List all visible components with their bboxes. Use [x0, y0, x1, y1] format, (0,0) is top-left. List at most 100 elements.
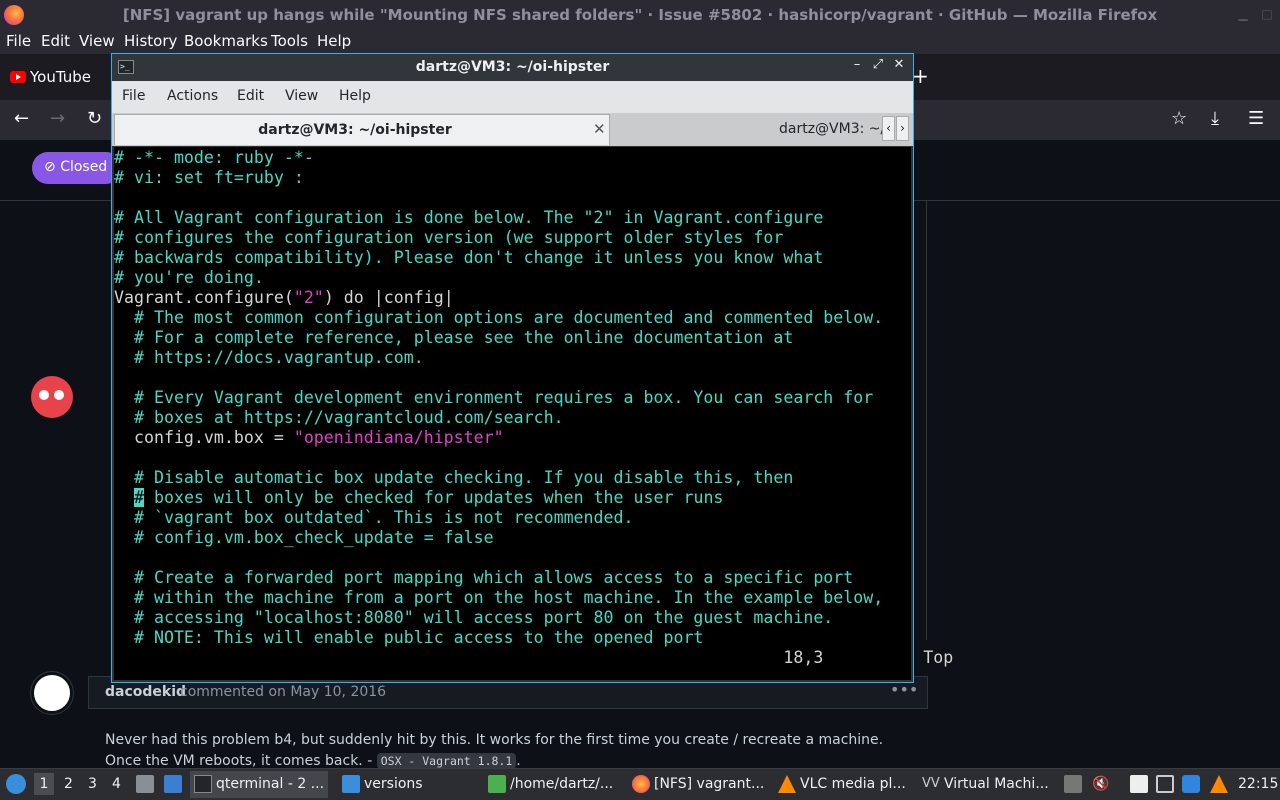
comment-author[interactable]: dacodekid: [105, 684, 186, 700]
terminal-window-title: dartz@VM3: ~/oi-hipster: [415, 59, 610, 75]
task-qterminal[interactable]: qterminal - 2 ...: [190, 771, 328, 798]
task-firefox[interactable]: [NFS] vagrant...: [628, 771, 770, 798]
desktop-3-button[interactable]: 3: [88, 776, 97, 792]
firefox-icon: [632, 775, 650, 793]
buffer-line: # accessing "localhost:8080" will access…: [114, 608, 834, 627]
terminal-tab[interactable]: dartz@VM3: ~/oi-hipster ✕: [114, 114, 610, 145]
terminal-screen[interactable]: # -*- mode: ruby -*- # vi: set ft=ruby : #…: [114, 147, 954, 680]
menu-bookmarks[interactable]: Bookmarks: [184, 32, 268, 50]
buffer-line: # The most common configuration options …: [114, 308, 884, 327]
terminal-tab[interactable]: dartz@VM3: ~/: [612, 114, 882, 145]
text-editor-icon: [488, 775, 506, 793]
bookmark-youtube[interactable]: YouTube: [10, 68, 91, 86]
reload-icon[interactable]: ↻: [87, 108, 102, 129]
clipboard-icon[interactable]: [1130, 775, 1148, 793]
menu-tools[interactable]: Tools: [271, 32, 308, 50]
vim-status-line: 18,3 Top: [114, 648, 954, 667]
task-editor[interactable]: /home/dartz/...: [484, 771, 624, 798]
menu-file[interactable]: File: [122, 88, 145, 104]
menu-edit[interactable]: Edit: [237, 88, 264, 104]
buffer-line: # boxes at https://vagrantcloud.com/sear…: [114, 408, 564, 427]
terminal-icon: [194, 775, 212, 793]
bookmark-star-icon[interactable]: ☆: [1171, 108, 1187, 129]
bookmark-youtube-label: YouTube: [30, 68, 91, 86]
comment-date[interactable]: commented on May 10, 2016: [180, 684, 386, 700]
hamburger-menu-icon[interactable]: ☰: [1248, 108, 1264, 129]
close-icon[interactable]: ✕: [890, 57, 908, 77]
terminal-tab-label: dartz@VM3: ~/: [779, 121, 882, 137]
menu-help[interactable]: Help: [339, 88, 371, 104]
buffer-line: # https://docs.vagrantup.com.: [114, 348, 424, 367]
buffer-line: [114, 188, 883, 208]
firefox-titlebar: [NFS] vagrant up hangs while "Mounting N…: [0, 0, 1280, 30]
new-tab-icon[interactable]: +: [912, 64, 929, 88]
buffer-line: # configures the configuration version (…: [114, 228, 784, 247]
maximize-icon[interactable]: □: [1260, 7, 1274, 21]
buffer-line: # `vagrant box outdated`. This is not re…: [114, 508, 634, 527]
task-label: qterminal - 2 ...: [216, 776, 325, 792]
task-virt-manager[interactable]: VV Virtual Machi...: [918, 771, 1054, 798]
folder-icon: [342, 775, 360, 793]
code-text: ) do |config|: [323, 288, 454, 307]
desktop-2-button[interactable]: 2: [64, 776, 73, 792]
back-arrow-icon[interactable]: ←: [14, 108, 29, 129]
tab-scroll-left-icon[interactable]: ‹: [882, 116, 895, 141]
desktop-1-button[interactable]: 1: [34, 773, 54, 795]
menu-file[interactable]: File: [6, 32, 31, 50]
restore-icon[interactable]: ⤢: [869, 57, 887, 77]
menu-edit[interactable]: Edit: [41, 32, 70, 50]
buffer-line: # For a complete reference, please see t…: [114, 328, 794, 347]
tab-close-icon[interactable]: ✕: [593, 120, 606, 138]
desktop-quick-icon[interactable]: [164, 775, 182, 793]
buffer-line: # backwards compatibility). Please don't…: [114, 248, 824, 267]
task-label: VLC media pl...: [800, 776, 906, 792]
buffer-line: # boxes will only be checked for updates…: [114, 488, 883, 508]
buffer-line: # Create a forwarded port mapping which …: [114, 568, 854, 587]
buffer-line: # Every Vagrant development environment …: [114, 388, 874, 407]
terminal-titlebar[interactable]: >_ dartz@VM3: ~/oi-hipster – ⤢ ✕: [112, 54, 913, 81]
minimize-icon[interactable]: ▁: [1236, 7, 1250, 21]
text-cursor: #: [133, 488, 144, 507]
tray-app-icon[interactable]: [1064, 775, 1082, 793]
divider: [926, 200, 927, 640]
menu-help[interactable]: Help: [317, 32, 351, 50]
closed-icon: ⊘: [44, 159, 61, 175]
update-notifier-icon[interactable]: [1182, 775, 1200, 793]
buffer-line: # vi: set ft=ruby :: [114, 168, 304, 187]
volume-muted-icon[interactable]: 🔇: [1092, 775, 1110, 793]
tab-scroll-right-icon[interactable]: ›: [896, 116, 909, 141]
menu-view[interactable]: View: [79, 32, 115, 50]
menu-view[interactable]: View: [285, 88, 318, 104]
desktop-4-button[interactable]: 4: [112, 776, 121, 792]
clock[interactable]: 22:15: [1238, 776, 1278, 792]
minimize-icon[interactable]: –: [848, 57, 866, 77]
task-label: Virtual Machi...: [944, 776, 1049, 792]
buffer-line: # NOTE: This will enable public access t…: [114, 628, 704, 647]
downloads-icon[interactable]: ⤓: [1211, 108, 1219, 129]
menu-actions[interactable]: Actions: [167, 88, 218, 104]
forward-arrow-icon[interactable]: →: [50, 108, 65, 129]
task-vlc[interactable]: VLC media pl...: [774, 771, 914, 798]
avatar[interactable]: [31, 376, 73, 418]
code-text: boxes will only be checked for updates w…: [143, 488, 724, 507]
terminal-window: >_ dartz@VM3: ~/oi-hipster – ⤢ ✕ File Ac…: [111, 53, 954, 683]
start-menu-icon[interactable]: [6, 774, 26, 794]
buffer-line: # you're doing.: [114, 268, 264, 287]
buffer-line: # Disable automatic box update checking.…: [114, 468, 794, 487]
buffer-line: [114, 368, 883, 388]
buffer-line: [114, 448, 883, 468]
vim-buffer: # -*- mode: ruby -*- # vi: set ft=ruby : #…: [114, 148, 883, 648]
code-text: config.vm.box =: [114, 428, 294, 447]
screen-icon[interactable]: [1156, 775, 1174, 793]
comment-code: OSX - Vagrant 1.8.1: [376, 753, 517, 769]
string-literal: "2": [293, 288, 324, 307]
avatar-eye: [39, 390, 49, 400]
avatar[interactable]: [30, 671, 74, 715]
file-manager-quick-icon[interactable]: [136, 775, 154, 793]
buffer-line: [114, 548, 883, 568]
task-versions[interactable]: versions: [338, 771, 478, 798]
menu-history[interactable]: History: [124, 32, 177, 50]
firefox-window-title: [NFS] vagrant up hangs while "Mounting N…: [122, 6, 1158, 24]
terminal-tab-label: dartz@VM3: ~/oi-hipster: [258, 122, 452, 138]
